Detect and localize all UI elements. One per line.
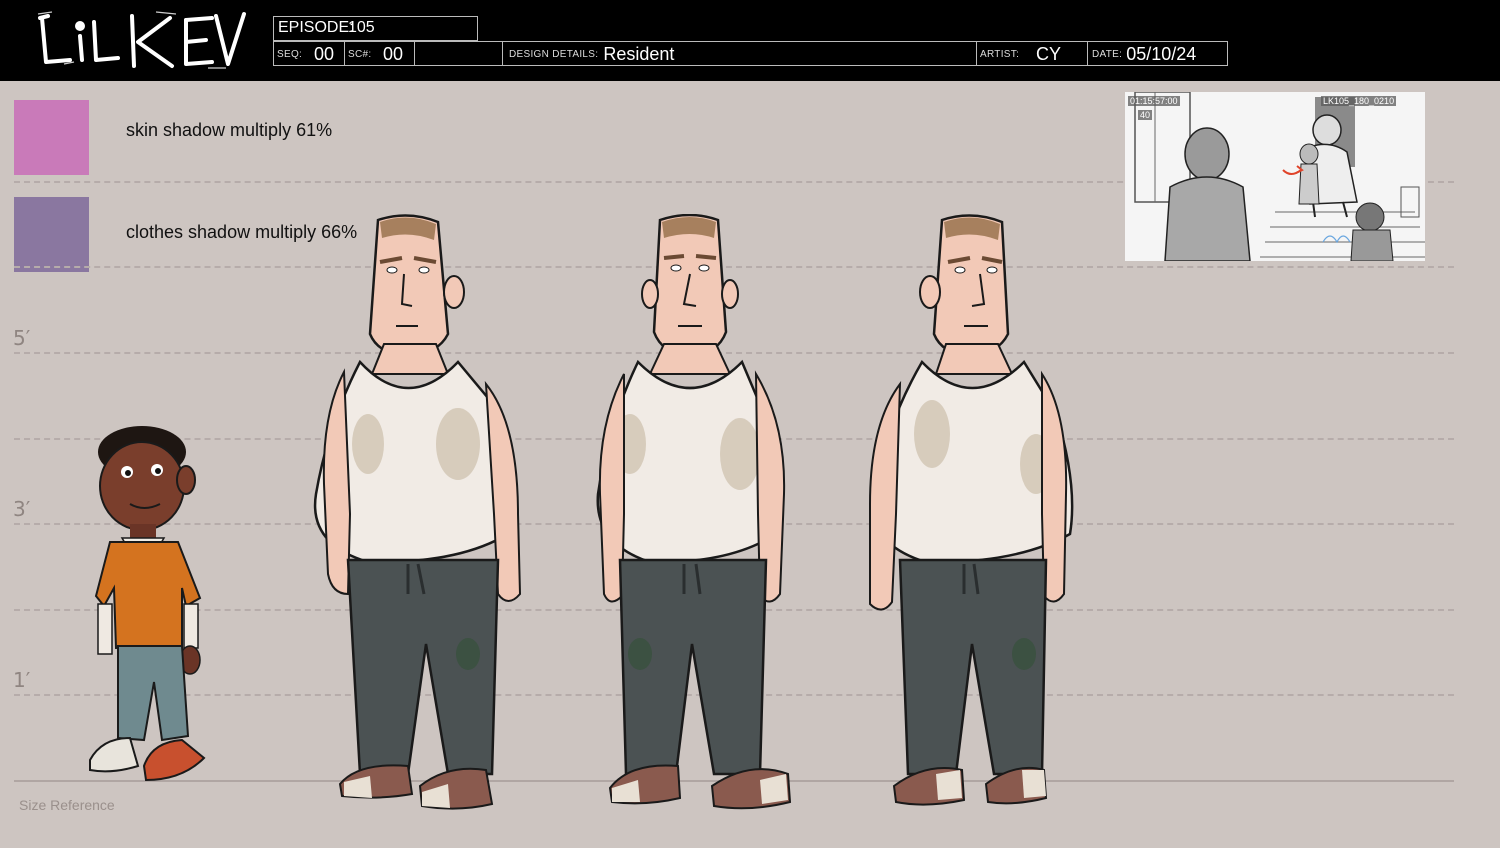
seq-value: 00 <box>314 43 335 64</box>
skin-shadow-swatch <box>14 100 89 175</box>
design-details-value: Resident <box>603 43 675 64</box>
episode-box: EPISODE: 105 <box>273 16 478 41</box>
design-details-label: DESIGN DETAILS: <box>509 48 599 60</box>
date-label: DATE: <box>1092 48 1123 60</box>
resident-three-quarter-left-figure <box>313 214 522 810</box>
skin-shadow-label: skin shadow multiply 61% <box>126 120 333 140</box>
date-value: 05/10/24 <box>1126 43 1197 64</box>
clothes-shadow-swatch <box>14 197 89 272</box>
height-mark-1ft: 1′ <box>13 668 31 692</box>
storyboard-timecode: 01:15:57:00 <box>1128 96 1180 106</box>
storyboard-thumbnail: 01:15:57:00 40 LK105_180_0210 <box>1125 92 1425 261</box>
model-sheet: EPISODE: 105 SEQ: 00 SC#: 00 DESIGN DETA… <box>0 0 1500 848</box>
details-row: SEQ: 00 SC#: 00 DESIGN DETAILS: Resident… <box>273 41 1228 66</box>
storyboard-sketch-icon <box>1125 92 1425 261</box>
logo-lettering-icon <box>37 11 246 69</box>
seq-label: SEQ: <box>277 48 303 60</box>
height-mark-5ft: 5′ <box>13 326 31 350</box>
episode-label: EPISODE: <box>278 19 354 36</box>
artist-label: ARTIST: <box>980 48 1020 60</box>
sc-label: SC#: <box>348 48 372 60</box>
artist-value: CY <box>1036 43 1062 64</box>
kev-size-reference-figure <box>89 426 206 782</box>
height-mark-3ft: 3′ <box>13 497 31 521</box>
storyboard-shot-id: LK105_180_0210 <box>1321 96 1397 106</box>
episode-value: 105 <box>348 19 375 36</box>
show-logo <box>36 10 248 72</box>
resident-front-figure <box>596 214 792 810</box>
title-block: EPISODE: 105 SEQ: 00 SC#: 00 DESIGN DETA… <box>0 0 1500 81</box>
storyboard-frame: 40 <box>1138 110 1153 120</box>
sc-value: 00 <box>383 43 404 64</box>
resident-three-quarter-right-figure <box>869 214 1074 806</box>
